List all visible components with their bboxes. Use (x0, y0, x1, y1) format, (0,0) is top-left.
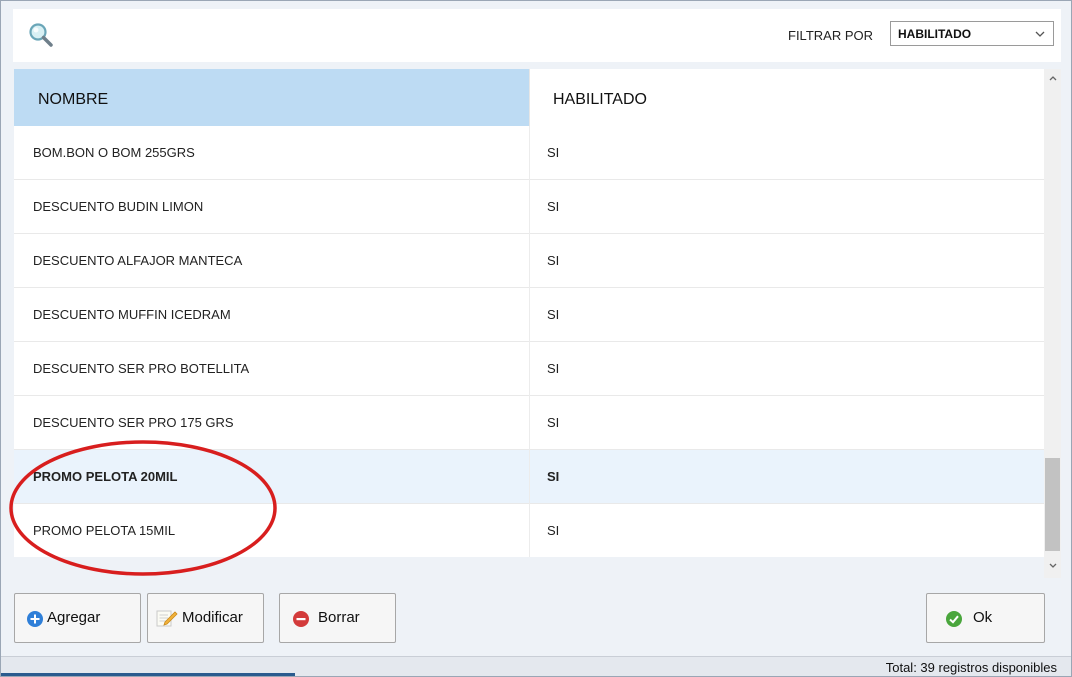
cell-habilitado: SI (547, 469, 560, 484)
column-divider (529, 342, 530, 396)
edit-note-icon (156, 608, 178, 628)
minus-circle-icon (292, 610, 310, 628)
add-button[interactable]: Agregar (14, 593, 141, 643)
cell-habilitado: SI (547, 307, 560, 322)
column-header-nombre[interactable]: NOMBRE (14, 69, 529, 126)
table-header: NOMBRE HABILITADO (14, 69, 1044, 126)
column-header-habilitado[interactable]: HABILITADO (529, 69, 1044, 126)
cell-nombre: PROMO PELOTA 15MIL (33, 523, 176, 538)
magnifier-icon[interactable] (27, 21, 55, 49)
cell-nombre: DESCUENTO SER PRO 175 GRS (33, 415, 234, 430)
records-total: Total: 39 registros disponibles (885, 660, 1057, 675)
column-divider (529, 180, 530, 234)
filter-label: FILTRAR POR (788, 28, 873, 43)
cell-nombre: PROMO PELOTA 20MIL (33, 469, 178, 484)
plus-circle-icon (26, 610, 44, 628)
cell-nombre: DESCUENTO ALFAJOR MANTECA (33, 253, 243, 268)
column-divider (529, 234, 530, 288)
chevron-down-icon (1034, 28, 1046, 40)
filter-dropdown-value: HABILITADO (898, 27, 972, 41)
cell-habilitado: SI (547, 145, 560, 160)
filter-dropdown[interactable]: HABILITADO (890, 21, 1054, 46)
column-divider (529, 450, 530, 504)
cell-nombre: DESCUENTO SER PRO BOTELLITA (33, 361, 250, 376)
cell-habilitado: SI (547, 523, 560, 538)
records-dialog: FILTRAR POR HABILITADO NOMBRE HABILITADO… (0, 0, 1072, 677)
filter-toolbar: FILTRAR POR HABILITADO (13, 9, 1061, 62)
table-row[interactable]: DESCUENTO SER PRO BOTELLITA SI (14, 342, 1044, 396)
modify-button-label: Modificar (182, 609, 243, 626)
table-row[interactable]: DESCUENTO ALFAJOR MANTECA SI (14, 234, 1044, 288)
scrollbar-thumb[interactable] (1045, 458, 1060, 551)
column-divider (529, 126, 530, 180)
taskbar-strip (1, 673, 295, 676)
table-row[interactable]: DESCUENTO SER PRO 175 GRS SI (14, 396, 1044, 450)
column-divider (529, 396, 530, 450)
modify-button[interactable]: Modificar (147, 593, 264, 643)
add-button-label: Agregar (47, 609, 101, 626)
table-row[interactable]: PROMO PELOTA 15MIL SI (14, 504, 1044, 557)
cell-nombre: DESCUENTO MUFFIN ICEDRAM (33, 307, 231, 322)
cell-habilitado: SI (547, 415, 560, 430)
delete-button-label: Borrar (318, 609, 360, 626)
records-table: NOMBRE HABILITADO BOM.BON O BOM 255GRS SI… (14, 69, 1044, 557)
table-row[interactable]: BOM.BON O BOM 255GRS SI (14, 126, 1044, 180)
cell-habilitado: SI (547, 199, 560, 214)
table-row[interactable]: DESCUENTO MUFFIN ICEDRAM SI (14, 288, 1044, 342)
chevron-down-icon[interactable] (1047, 559, 1059, 571)
cell-nombre: BOM.BON O BOM 255GRS (33, 145, 195, 160)
ok-button-label: Ok (973, 609, 993, 626)
vertical-scrollbar[interactable] (1044, 69, 1061, 578)
chevron-up-icon[interactable] (1047, 71, 1059, 83)
delete-button[interactable]: Borrar (279, 593, 396, 643)
table-row[interactable]: PROMO PELOTA 20MIL SI (14, 450, 1044, 504)
ok-button[interactable]: Ok (926, 593, 1045, 643)
column-divider (529, 288, 530, 342)
check-circle-icon (945, 610, 963, 628)
table-row[interactable]: DESCUENTO BUDIN LIMON SI (14, 180, 1044, 234)
column-divider (529, 504, 530, 557)
cell-habilitado: SI (547, 361, 560, 376)
cell-habilitado: SI (547, 253, 560, 268)
cell-nombre: DESCUENTO BUDIN LIMON (33, 199, 204, 214)
